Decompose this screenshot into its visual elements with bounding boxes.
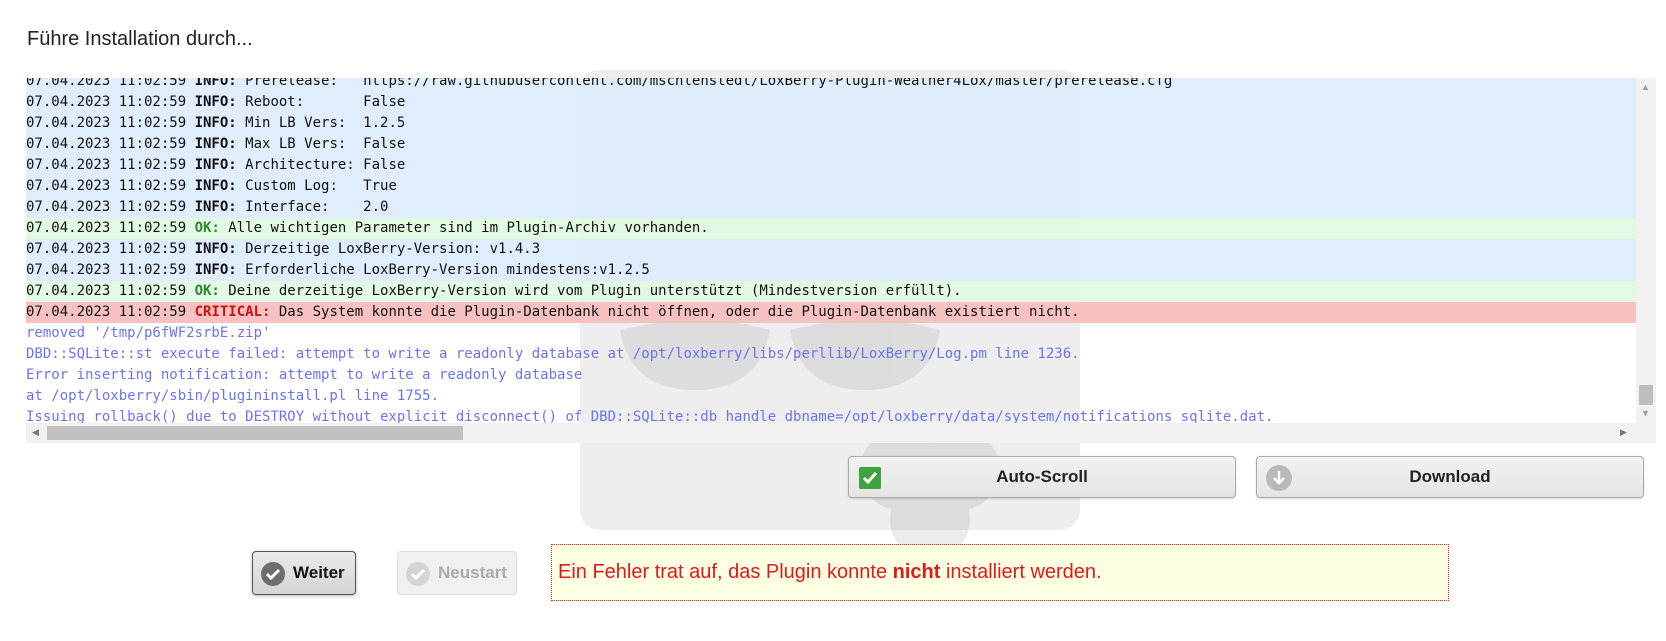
log-message: Alle wichtigen Parameter sind im Plugin-… <box>219 220 709 236</box>
log-timestamp: 07.04.2023 11:02:59 <box>26 199 195 215</box>
log-level: CRITICAL: <box>194 304 271 320</box>
vertical-scroll-thumb[interactable] <box>1639 385 1653 405</box>
log-message: Max LB Vers: False <box>236 136 406 152</box>
log-timestamp: 07.04.2023 11:02:59 <box>26 262 195 278</box>
auto-scroll-button[interactable]: Auto-Scroll <box>848 456 1236 498</box>
log-line: 07.04.2023 11:02:59 INFO: Reboot: False <box>26 92 1636 113</box>
scroll-down-arrow-icon[interactable]: ▼ <box>1641 408 1650 418</box>
horizontal-scroll-thumb[interactable] <box>47 426 463 440</box>
log-level: INFO: <box>194 262 237 278</box>
installation-log[interactable]: 07.04.2023 11:02:59 INFO: Prerelease: ht… <box>26 78 1656 446</box>
log-message: Prerelease: https://raw.githubuserconten… <box>236 78 1173 89</box>
log-message: Min LB Vers: 1.2.5 <box>236 115 406 131</box>
weiter-label: Weiter <box>293 563 345 582</box>
log-timestamp: 07.04.2023 11:02:59 <box>26 220 195 236</box>
log-line: 07.04.2023 11:02:59 INFO: Interface: 2.0 <box>26 197 1636 218</box>
log-message: Erforderliche LoxBerry-Version mindesten… <box>236 262 650 278</box>
scroll-right-arrow-icon[interactable]: ▶ <box>1620 427 1627 438</box>
log-lines: 07.04.2023 11:02:59 INFO: Prerelease: ht… <box>26 78 1636 428</box>
log-line: 07.04.2023 11:02:59 OK: Alle wichtigen P… <box>26 218 1636 239</box>
log-line: 07.04.2023 11:02:59 INFO: Prerelease: ht… <box>26 78 1636 92</box>
log-message: Architecture: False <box>236 157 406 173</box>
log-level: INFO: <box>194 199 237 215</box>
download-label: Download <box>1409 467 1491 486</box>
log-line: 07.04.2023 11:02:59 INFO: Custom Log: Tr… <box>26 176 1636 197</box>
log-level: INFO: <box>194 94 237 110</box>
scroll-up-arrow-icon[interactable]: ▲ <box>1641 82 1650 92</box>
log-level: INFO: <box>194 178 237 194</box>
log-level: INFO: <box>194 78 237 89</box>
auto-scroll-label: Auto-Scroll <box>996 467 1088 486</box>
log-level: INFO: <box>194 157 237 173</box>
check-circle-icon <box>261 562 285 586</box>
scroll-left-arrow-icon[interactable]: ◀ <box>32 427 39 438</box>
log-message: Deine derzeitige LoxBerry-Version wird v… <box>219 283 962 299</box>
log-timestamp: 07.04.2023 11:02:59 <box>26 94 195 110</box>
log-line: removed '/tmp/p6fWF2srbE.zip' <box>26 323 1636 344</box>
check-circle-icon <box>406 562 430 586</box>
log-message: removed '/tmp/p6fWF2srbE.zip' <box>26 325 271 341</box>
log-timestamp: 07.04.2023 11:02:59 <box>26 78 195 89</box>
log-timestamp: 07.04.2023 11:02:59 <box>26 304 195 320</box>
error-text-after: installiert werden. <box>940 561 1102 583</box>
download-button[interactable]: Download <box>1256 456 1644 498</box>
error-message: Ein Fehler trat auf, das Plugin konnte n… <box>558 545 1102 600</box>
log-line: Error inserting notification: attempt to… <box>26 365 1636 386</box>
error-message-box: Ein Fehler trat auf, das Plugin konnte n… <box>551 544 1449 601</box>
log-line: 07.04.2023 11:02:59 INFO: Architecture: … <box>26 155 1636 176</box>
log-level: INFO: <box>194 136 237 152</box>
log-level: OK: <box>194 220 220 236</box>
log-message: Error inserting notification: attempt to… <box>26 367 583 383</box>
log-line: 07.04.2023 11:02:59 CRITICAL: Das System… <box>26 302 1636 323</box>
scrollbar-corner <box>1636 423 1656 443</box>
log-message: at /opt/loxberry/sbin/plugininstall.pl l… <box>26 388 440 404</box>
log-line: at /opt/loxberry/sbin/plugininstall.pl l… <box>26 386 1636 407</box>
log-horizontal-scrollbar[interactable]: ◀ ▶ <box>26 423 1636 443</box>
log-line: 07.04.2023 11:02:59 INFO: Max LB Vers: F… <box>26 134 1636 155</box>
error-text-bold: nicht <box>892 561 941 583</box>
log-vertical-scrollbar[interactable]: ▲ ▼ <box>1636 78 1656 423</box>
log-message: DBD::SQLite::st execute failed: attempt … <box>26 346 1080 362</box>
log-message: Derzeitige LoxBerry-Version: v1.4.3 <box>236 241 541 257</box>
log-level: INFO: <box>194 241 237 257</box>
log-message: Custom Log: True <box>236 178 397 194</box>
log-level: OK: <box>194 283 220 299</box>
log-timestamp: 07.04.2023 11:02:59 <box>26 283 195 299</box>
log-timestamp: 07.04.2023 11:02:59 <box>26 157 195 173</box>
log-timestamp: 07.04.2023 11:02:59 <box>26 115 195 131</box>
log-level: INFO: <box>194 115 237 131</box>
log-timestamp: 07.04.2023 11:02:59 <box>26 178 195 194</box>
neustart-button[interactable]: Neustart <box>397 551 517 595</box>
log-message: Interface: 2.0 <box>236 199 389 215</box>
log-line: DBD::SQLite::st execute failed: attempt … <box>26 344 1636 365</box>
weiter-button[interactable]: Weiter <box>252 551 356 595</box>
log-line: 07.04.2023 11:02:59 INFO: Min LB Vers: 1… <box>26 113 1636 134</box>
log-message: Das System konnte die Plugin-Datenbank n… <box>270 304 1080 320</box>
neustart-label: Neustart <box>438 563 507 582</box>
log-line: 07.04.2023 11:02:59 INFO: Derzeitige Lox… <box>26 239 1636 260</box>
log-line: 07.04.2023 11:02:59 OK: Deine derzeitige… <box>26 281 1636 302</box>
error-text-before: Ein Fehler trat auf, das Plugin konnte <box>558 561 893 583</box>
log-message: Reboot: False <box>236 94 406 110</box>
log-line: 07.04.2023 11:02:59 INFO: Erforderliche … <box>26 260 1636 281</box>
log-timestamp: 07.04.2023 11:02:59 <box>26 136 195 152</box>
log-timestamp: 07.04.2023 11:02:59 <box>26 241 195 257</box>
page-title: Führe Installation durch... <box>27 28 253 50</box>
